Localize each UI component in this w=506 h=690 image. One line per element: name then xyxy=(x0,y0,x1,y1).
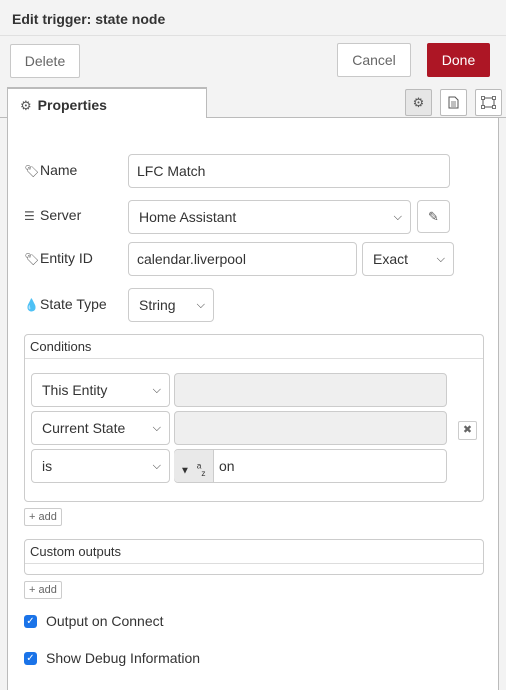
custom-outputs-header: Custom outputs xyxy=(25,540,483,564)
chevron-down-icon: ⌵ xyxy=(393,211,402,223)
add-output-button[interactable]: + add xyxy=(24,581,62,599)
cancel-button[interactable]: Cancel xyxy=(337,43,411,77)
add-condition-label: add xyxy=(38,511,57,523)
check-icon: ✓ xyxy=(26,616,35,627)
server-select-value: Home Assistant xyxy=(139,209,237,225)
condition-state-select[interactable]: Current State ⌵ xyxy=(31,411,170,445)
show-debug-checkbox[interactable]: ✓ xyxy=(24,652,37,665)
server-icon: ☰ xyxy=(24,209,35,223)
entity-match-select[interactable]: Exact ⌵ xyxy=(362,242,454,276)
condition-operator-value: is xyxy=(42,458,53,474)
plus-icon: + xyxy=(29,584,36,596)
show-debug-label: Show Debug Information xyxy=(46,650,201,666)
conditions-header: Conditions xyxy=(25,335,483,359)
file-icon xyxy=(448,96,459,109)
state-type-label-text: State Type xyxy=(40,296,107,312)
condition-state-input[interactable] xyxy=(174,411,447,445)
chevron-down-icon: ⌵ xyxy=(152,384,161,396)
name-label: 🏷Name xyxy=(24,162,77,178)
value-type-button[interactable]: ▼ az xyxy=(174,450,214,482)
settings-tab-button[interactable]: ⚙ xyxy=(405,89,432,116)
add-condition-button[interactable]: + add xyxy=(24,508,62,526)
gear-icon: ⚙ xyxy=(20,98,32,113)
entity-label: 🏷Entity ID xyxy=(24,250,93,266)
state-type-select[interactable]: String ⌵ xyxy=(128,288,214,322)
condition-state-value: Current State xyxy=(42,420,126,436)
output-on-connect-label: Output on Connect xyxy=(46,613,164,629)
remove-condition-button[interactable]: ✖ xyxy=(458,421,477,440)
appearance-tab-button[interactable] xyxy=(475,89,502,116)
add-output-label: add xyxy=(38,584,57,596)
entity-match-value: Exact xyxy=(373,251,409,267)
output-on-connect-checkbox[interactable]: ✓ xyxy=(24,615,37,628)
caret-down-icon: ▼ xyxy=(180,465,190,477)
entity-label-text: Entity ID xyxy=(40,250,93,266)
server-label: ☰ Server xyxy=(24,207,81,223)
state-type-value: String xyxy=(139,297,176,313)
tag-icon: 🏷 xyxy=(24,252,40,266)
name-input[interactable]: LFC Match xyxy=(128,154,450,188)
pencil-icon: ✎ xyxy=(428,209,439,224)
plus-icon: + xyxy=(29,511,36,523)
chevron-down-icon: ⌵ xyxy=(152,422,161,434)
tag-icon: 🏷 xyxy=(24,164,40,178)
delete-button[interactable]: Delete xyxy=(10,44,80,78)
condition-entity-value: This Entity xyxy=(42,382,108,398)
dialog-title: Edit trigger: state node xyxy=(0,0,506,36)
description-tab-button[interactable] xyxy=(440,89,467,116)
string-type-icon: az xyxy=(196,461,206,479)
server-select[interactable]: Home Assistant ⌵ xyxy=(128,200,411,234)
close-icon: ✖ xyxy=(462,424,473,436)
custom-outputs-box: Custom outputs xyxy=(24,539,484,575)
condition-entity-input[interactable] xyxy=(174,373,447,407)
condition-value-input[interactable]: on xyxy=(174,449,447,483)
tab-properties-label: Properties xyxy=(37,97,107,113)
edit-server-button[interactable]: ✎ xyxy=(417,200,450,233)
server-label-text: Server xyxy=(40,207,82,223)
frame-icon xyxy=(481,96,496,109)
gear-icon: ⚙ xyxy=(412,95,425,110)
condition-entity-select[interactable]: This Entity ⌵ xyxy=(31,373,170,407)
tab-properties[interactable]: ⚙ Properties xyxy=(7,87,207,119)
chevron-down-icon: ⌵ xyxy=(152,460,161,472)
name-label-text: Name xyxy=(40,162,78,178)
entity-id-input[interactable]: calendar.liverpool xyxy=(128,242,357,276)
condition-operator-select[interactable]: is ⌵ xyxy=(31,449,170,483)
chevron-down-icon: ⌵ xyxy=(436,253,445,265)
done-button[interactable]: Done xyxy=(427,43,490,77)
state-type-label: 💧State Type xyxy=(24,296,107,312)
drop-icon: 💧 xyxy=(24,298,39,312)
check-icon: ✓ xyxy=(26,653,35,664)
chevron-down-icon: ⌵ xyxy=(196,299,205,311)
